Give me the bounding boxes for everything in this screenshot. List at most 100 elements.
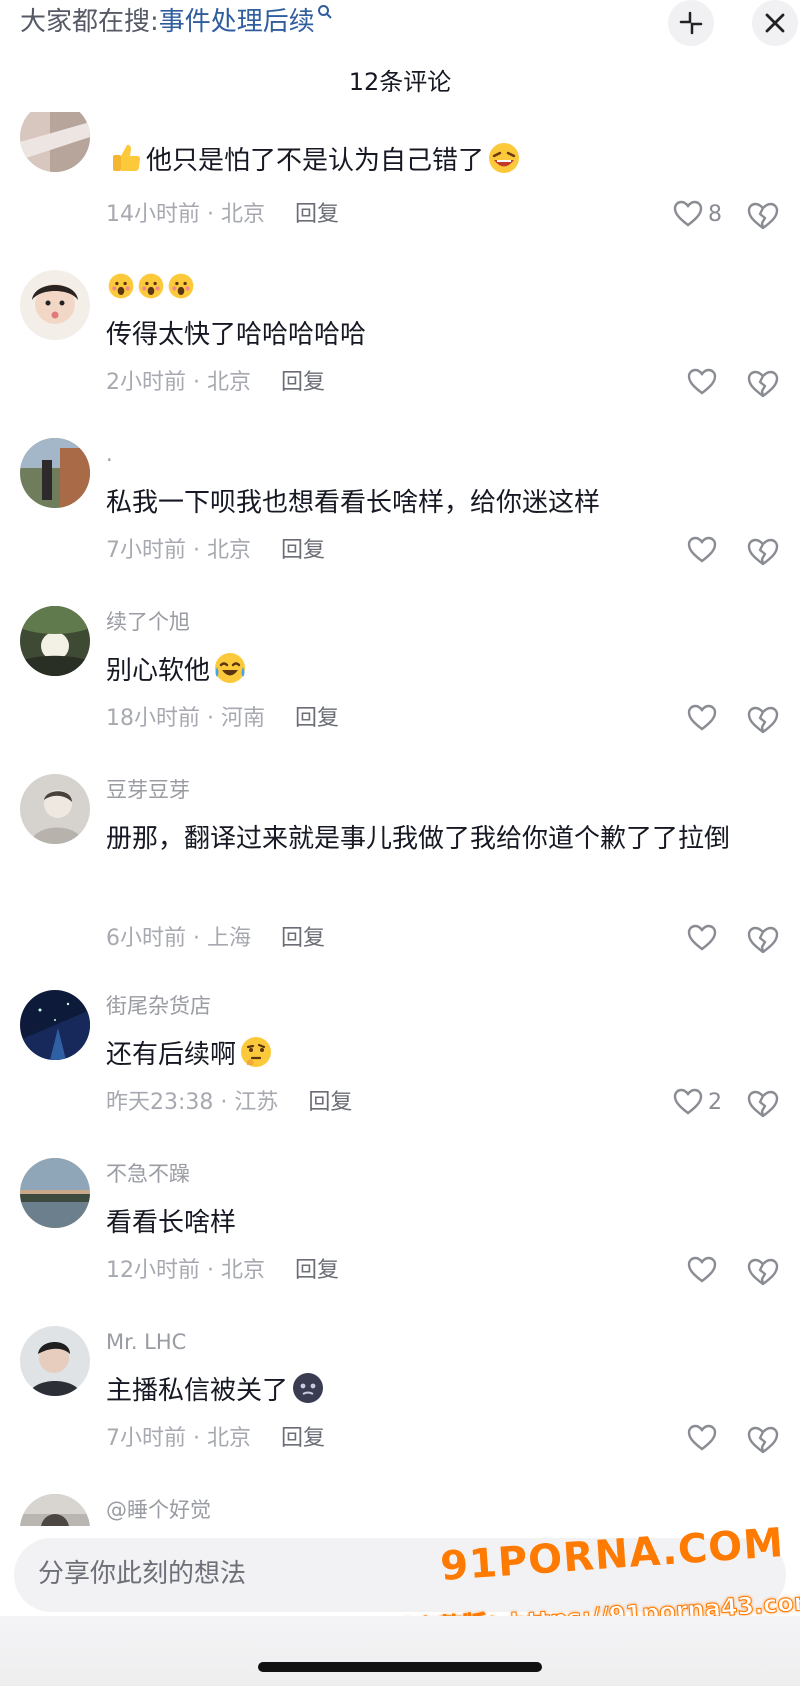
avatar[interactable] [20,990,90,1060]
comment-time: 昨天23:38 [106,1090,214,1115]
comment-item: 豆芽豆芽 册那，翻译过来就是事儿我做了我给你道个歉了了拉倒 6小时前 · 上海回… [0,774,800,974]
comment-list[interactable]: 他只是怕了不是认为自己错了 14小时前 · 北京 回复 8 传得太快了哈哈哈哈哈 … [0,112,800,1526]
reply-button[interactable]: 回复 [281,926,325,951]
reply-button[interactable]: 回复 [281,370,325,395]
broken-heart-icon[interactable] [746,367,780,401]
like-button[interactable] [686,1422,722,1454]
comment-time: 7小时前 [106,538,186,563]
crying-laughing-emoji-icon [215,653,246,683]
broken-heart-icon[interactable] [746,199,780,233]
like-button[interactable] [686,534,722,566]
comment-time: 12小时前 [106,1258,200,1283]
comment-location: 江苏 [234,1090,279,1115]
avatar[interactable] [20,438,90,508]
close-icon [765,13,785,33]
comment-username: 续了个旭 [106,610,190,634]
heart-icon [673,200,703,227]
top-bar: 大家都在搜:事件处理后续 [0,0,800,50]
comment-meta: 2小时前 · 北京 回复 [106,370,326,395]
comment-meta: 7小时前 · 北京 回复 [106,538,326,563]
comment-item: Mr. LHC 主播私信被关了 7小时前 · 北京 回复 [0,1326,800,1476]
collapse-arrows-icon [679,11,703,35]
comment-text-content: 主播私信被关了 [106,1376,289,1406]
laughing-emoji-icon [489,143,520,173]
comments-count-title: 12条评论 [348,68,452,96]
reply-button[interactable]: 回复 [281,1426,325,1451]
comment-username: 街尾杂货店 [106,994,211,1018]
heart-icon [687,536,717,563]
comment-location: 北京 [206,1426,251,1451]
comment-text: 传得太快了哈哈哈哈哈 [106,320,367,350]
comment-text-content: 还有后续啊 [106,1040,237,1070]
avatar[interactable] [20,606,90,676]
comment-text: 他只是怕了不是认为自己错了 [106,136,766,186]
comment-location: 北京 [206,538,251,563]
avatar[interactable] [20,112,90,172]
heart-icon [687,1424,717,1451]
comment-item: 不急不躁 看看长啥样 12小时前 · 北京 回复 [0,1158,800,1308]
comment-username: . [106,442,113,466]
comment-location: 河南 [220,706,265,731]
avatar[interactable] [20,1494,90,1526]
comment-meta: 昨天23:38 · 江苏 回复 [106,1090,353,1115]
reply-button[interactable]: 回复 [295,202,339,227]
heart-icon [687,704,717,731]
comment-username: 不急不躁 [106,1162,190,1186]
comment-location: 北京 [220,202,265,227]
comment-meta: 6小时前 · 上海 回复 [106,926,326,951]
reply-button[interactable]: 回复 [308,1090,352,1115]
search-suggestion-prefix: 大家都在搜: [20,7,159,37]
surprised-emoji-icon [138,273,164,299]
surprised-emoji-icon [168,273,194,299]
comment-item: . 私我一下呗我也想看看长啥样，给你迷这样 7小时前 · 北京 回复 [0,438,800,588]
like-count: 8 [708,201,722,227]
heart-icon [673,1088,703,1115]
bottom-area [0,1616,800,1686]
like-button[interactable]: 8 [672,198,722,230]
comment-item: @睡个好觉 [0,1494,800,1526]
thumbs-up-emoji-icon [113,144,140,171]
like-button[interactable] [686,922,722,954]
search-suggestion-keyword[interactable]: 事件处理后续 [159,7,315,37]
comment-text-content: 别心软他 [106,656,211,686]
comment-location: 北京 [206,370,251,395]
collapse-button[interactable] [668,0,714,46]
home-indicator [258,1662,542,1672]
comment-text: 主播私信被关了 [106,1366,766,1416]
reply-button[interactable]: 回复 [295,1258,339,1283]
like-button[interactable]: 2 [672,1086,722,1118]
comment-time: 14小时前 [106,202,200,227]
comment-item: 街尾杂货店 还有后续啊 昨天23:38 · 江苏 回复 2 [0,990,800,1140]
reply-button[interactable]: 回复 [295,706,339,731]
like-button[interactable] [686,1254,722,1286]
comment-item: 他只是怕了不是认为自己错了 14小时前 · 北京 回复 8 [0,112,800,252]
comment-username [106,272,196,303]
reply-button[interactable]: 回复 [281,538,325,563]
broken-heart-icon[interactable] [746,535,780,569]
like-button[interactable] [686,702,722,734]
comment-time: 7小时前 [106,1426,186,1451]
comment-username: Mr. LHC [106,1330,187,1354]
comment-username: @睡个好觉 [106,1498,211,1522]
broken-heart-icon[interactable] [746,703,780,737]
heart-icon [687,368,717,395]
like-count: 2 [708,1089,722,1115]
comment-text: 私我一下呗我也想看看长啥样，给你迷这样 [106,488,601,518]
comment-meta: 12小时前 · 北京 回复 [106,1258,340,1283]
like-button[interactable] [686,366,722,398]
comment-location: 北京 [220,1258,265,1283]
avatar[interactable] [20,1158,90,1228]
broken-heart-icon[interactable] [746,1423,780,1457]
comment-item: 续了个旭 别心软他 18小时前 · 河南 回复 [0,606,800,756]
avatar[interactable] [20,270,90,340]
broken-heart-icon[interactable] [746,1087,780,1121]
broken-heart-icon[interactable] [746,1255,780,1289]
watermark-logo: 91PORNA.COM [438,1520,786,1590]
broken-heart-icon[interactable] [746,923,780,957]
comment-text: 还有后续啊 [106,1030,766,1080]
search-suggestion[interactable]: 大家都在搜:事件处理后续 [20,4,333,40]
avatar[interactable] [20,774,90,844]
avatar[interactable] [20,1326,90,1396]
close-button[interactable] [752,0,798,46]
heart-icon [687,1256,717,1283]
